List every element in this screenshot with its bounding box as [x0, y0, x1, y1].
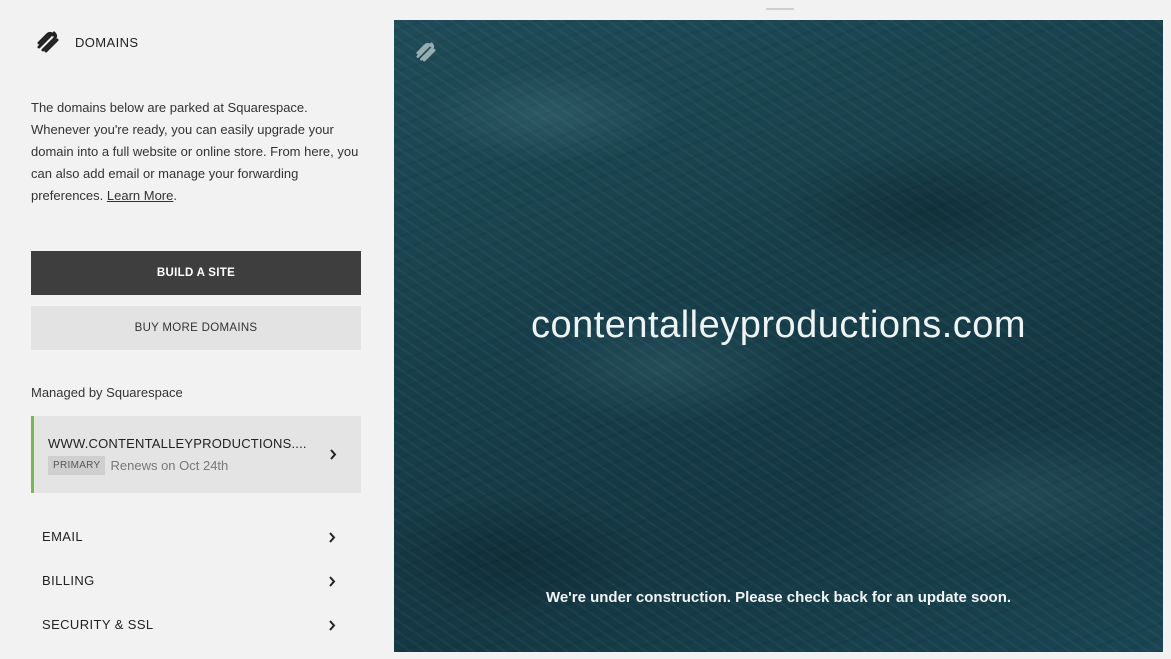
managed-section-label: Managed by Squarespace — [31, 385, 183, 400]
chevron-right-icon — [326, 531, 338, 543]
nav-item-billing[interactable]: BILLING — [31, 561, 361, 601]
primary-badge: PRIMARY — [48, 456, 106, 475]
nav-item-label: SECURITY & SSL — [42, 617, 154, 632]
domain-card[interactable]: WWW.CONTENTALLEYPRODUCTIONS.... PRIMARY … — [31, 416, 361, 493]
nav-item-email[interactable]: EMAIL — [31, 517, 361, 557]
nav-item-label: BILLING — [42, 573, 95, 588]
intro-paragraph: The domains below are parked at Squaresp… — [31, 100, 359, 203]
build-site-button[interactable]: BUILD A SITE — [31, 251, 361, 295]
intro-text: The domains below are parked at Squaresp… — [31, 100, 359, 203]
preview-construction-message: We're under construction. Please check b… — [545, 589, 1012, 606]
site-preview: contentalleyproductions.com We're under … — [394, 20, 1163, 652]
squarespace-logo-icon[interactable] — [35, 31, 61, 53]
brand-header: DOMAINS — [35, 30, 138, 54]
buy-more-domains-button[interactable]: BUY MORE DOMAINS — [31, 306, 361, 350]
chevron-right-icon — [326, 575, 338, 587]
nav-item-label: EMAIL — [42, 529, 84, 544]
squarespace-logo-icon — [416, 42, 436, 62]
learn-more-link[interactable]: Learn More — [107, 188, 173, 203]
nav-item-security[interactable]: SECURITY & SSL — [31, 605, 361, 645]
preview-drag-handle[interactable] — [766, 8, 794, 10]
preview-domain-title: contentalleyproductions.com — [530, 304, 1027, 346]
renewal-text: Renews on Oct 24th — [110, 458, 229, 473]
domain-meta: PRIMARY Renews on Oct 24th — [48, 456, 228, 475]
chevron-right-icon — [326, 619, 338, 631]
domain-name: WWW.CONTENTALLEYPRODUCTIONS.... — [48, 436, 307, 451]
chevron-right-icon — [327, 448, 339, 460]
sidebar: DOMAINS The domains below are parked at … — [0, 0, 392, 659]
page-title: DOMAINS — [75, 34, 139, 50]
